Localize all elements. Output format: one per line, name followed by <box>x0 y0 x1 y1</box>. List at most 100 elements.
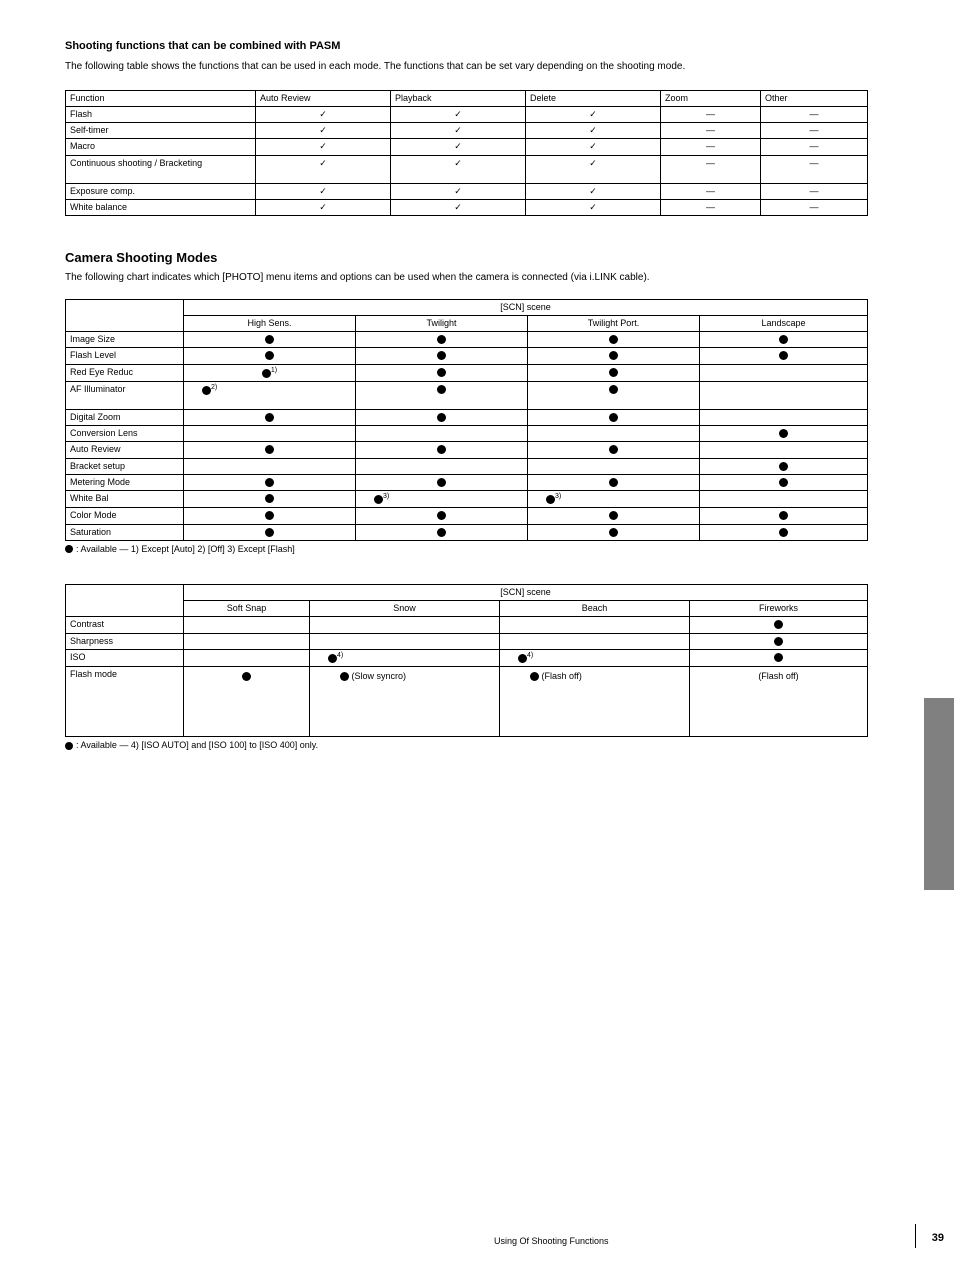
table-cell: — <box>761 123 868 139</box>
table-row: White Bal3)3) <box>66 491 868 508</box>
dot-icon <box>609 335 618 344</box>
row-label: White balance <box>66 199 256 215</box>
table-cell <box>184 524 356 540</box>
table-cell: ✓ <box>256 199 391 215</box>
dot-icon <box>437 445 446 454</box>
dot-icon <box>202 386 211 395</box>
row-label: Metering Mode <box>66 474 184 490</box>
table-cell: — <box>661 183 761 199</box>
table-row: Continuous shooting / Bracketing✓✓✓—— <box>66 155 868 183</box>
dot-icon <box>609 478 618 487</box>
table-cell <box>690 617 868 633</box>
col-h2: Playback <box>391 90 526 106</box>
table-cell: — <box>661 155 761 183</box>
table-cell <box>700 442 868 458</box>
table-cell: — <box>661 106 761 122</box>
table-cell <box>184 617 310 633</box>
table-cell <box>184 491 356 508</box>
table-cell: (Flash off) <box>690 667 868 737</box>
table-cell <box>356 409 528 425</box>
row-label: Self-timer <box>66 123 256 139</box>
table-row: Flash Level <box>66 348 868 364</box>
footer-divider <box>915 1224 916 1248</box>
dot-icon <box>437 368 446 377</box>
table-cell <box>528 524 700 540</box>
table-cell: ✓ <box>391 123 526 139</box>
page-number: 39 <box>932 1232 944 1244</box>
col-item <box>66 584 184 617</box>
table-cell <box>528 332 700 348</box>
dot-icon <box>609 385 618 394</box>
dot-icon <box>779 478 788 487</box>
row-label: Auto Review <box>66 442 184 458</box>
table2-footnote: : Available — 1) Except [Auto] 2) [Off] … <box>65 544 868 554</box>
superscript: 1) <box>271 367 277 374</box>
footnote-text: : Available — 1) Except [Auto] 2) [Off] … <box>76 544 295 554</box>
table-row: Bracket setup <box>66 458 868 474</box>
table-cell <box>356 364 528 381</box>
row-label: ISO <box>66 649 184 666</box>
table-cell <box>528 474 700 490</box>
table-cell <box>356 524 528 540</box>
row-label: Contrast <box>66 617 184 633</box>
dot-icon <box>437 528 446 537</box>
table-cell <box>528 348 700 364</box>
dot-icon <box>265 511 274 520</box>
dot-icon <box>779 351 788 360</box>
dot-icon <box>779 528 788 537</box>
table-cell: — <box>761 183 868 199</box>
function-table: Function Auto Review Playback Delete Zoo… <box>65 90 868 217</box>
table-cell: 3) <box>528 491 700 508</box>
table-row: AF Illuminator 2) <box>66 381 868 409</box>
cell-text: (Slow syncro) <box>349 671 406 681</box>
dot-icon <box>518 654 527 663</box>
col-h1: Auto Review <box>256 90 391 106</box>
table-cell <box>700 474 868 490</box>
table-cell: — <box>661 139 761 155</box>
superscript: 4) <box>337 652 343 659</box>
table-cell <box>184 667 310 737</box>
dot-icon <box>609 413 618 422</box>
table-cell: 2) <box>184 381 356 409</box>
table-row: Exposure comp.✓✓✓—— <box>66 183 868 199</box>
table-row: Auto Review <box>66 442 868 458</box>
dot-icon <box>65 545 73 553</box>
table-cell: ✓ <box>256 183 391 199</box>
dot-icon <box>779 335 788 344</box>
col-function: Function <box>66 90 256 106</box>
superscript: 2) <box>211 384 217 391</box>
table-cell: — <box>761 139 868 155</box>
dot-icon <box>437 385 446 394</box>
table-row: Flash✓✓✓—— <box>66 106 868 122</box>
table-cell: ✓ <box>526 106 661 122</box>
table-cell: ✓ <box>256 155 391 183</box>
intro-text: The following table shows the functions … <box>65 60 868 74</box>
table-cell <box>184 348 356 364</box>
table-cell <box>310 633 500 649</box>
table-cell <box>184 633 310 649</box>
dot-icon <box>437 351 446 360</box>
table-row: Metering Mode <box>66 474 868 490</box>
table-row: Digital Zoom <box>66 409 868 425</box>
table-cell: 4) <box>310 649 500 666</box>
side-tab <box>924 698 954 890</box>
table-cell <box>356 332 528 348</box>
footnote-text: : Available — 4) [ISO AUTO] and [ISO 100… <box>76 740 318 750</box>
cell-text: (Flash off) <box>539 671 582 681</box>
table-cell: ✓ <box>526 123 661 139</box>
table-header-row: [SCN] scene <box>66 584 868 600</box>
row-label: AF Illuminator <box>66 381 184 409</box>
page-content: Shooting functions that can be combined … <box>65 40 868 750</box>
group-header: [SCN] scene <box>184 584 868 600</box>
dot-icon <box>265 445 274 454</box>
table-cell <box>528 381 700 409</box>
table-cell <box>184 458 356 474</box>
table-cell: ✓ <box>256 106 391 122</box>
table-row: Image Size <box>66 332 868 348</box>
row-label: Flash mode <box>66 667 184 737</box>
table-cell: ✓ <box>526 199 661 215</box>
table-row: Red Eye Reduc1) <box>66 364 868 381</box>
dot-icon <box>328 654 337 663</box>
table-cell <box>356 458 528 474</box>
col-h3: Delete <box>526 90 661 106</box>
